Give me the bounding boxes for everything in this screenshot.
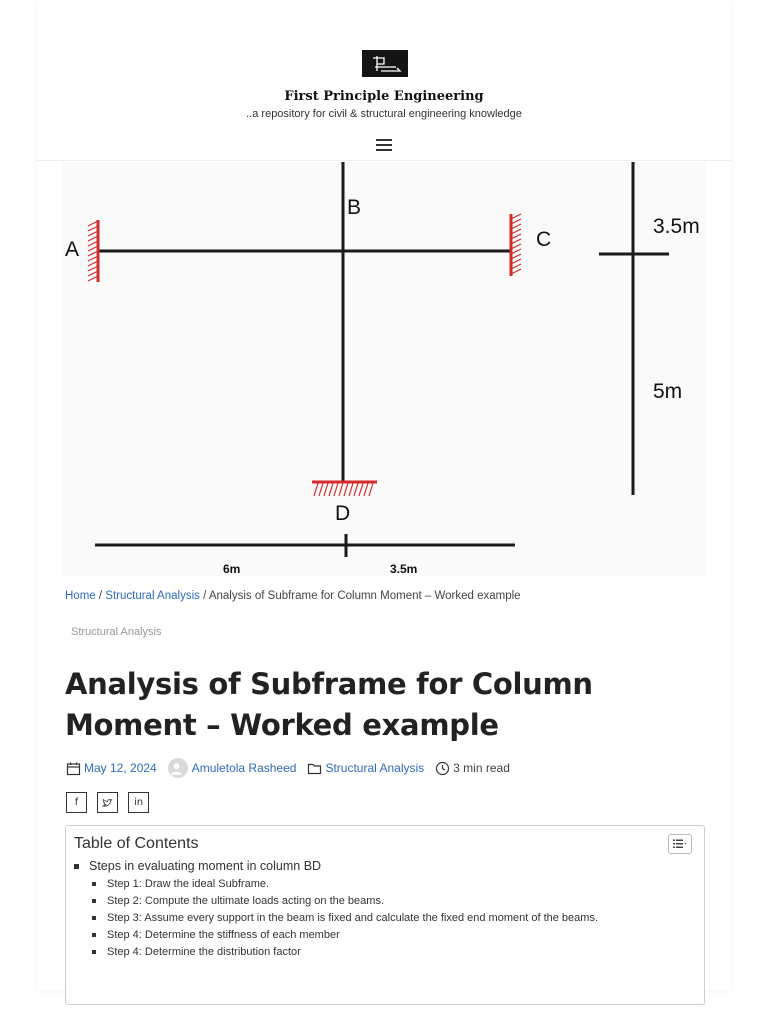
breadcrumb-home-link[interactable]: Home (65, 590, 96, 602)
linkedin-icon: in (133, 797, 144, 808)
site-tagline: ..a repository for civil & structural en… (246, 108, 522, 120)
facebook-share-button[interactable]: f (66, 792, 87, 813)
twitter-share-button[interactable] (97, 792, 118, 813)
site-logo[interactable] (362, 50, 408, 77)
twitter-icon (102, 798, 113, 807)
toc-sublist: Step 1: Draw the ideal Subframe. Step 2:… (92, 875, 598, 961)
toc-sublink[interactable]: Step 4: Determine the stiffness of each … (107, 929, 340, 941)
post-category-link[interactable]: Structural Analysis (325, 761, 424, 775)
dimension-side: 5m (653, 380, 682, 403)
share-buttons: f in (66, 792, 159, 813)
linkedin-share-button[interactable]: in (128, 792, 149, 813)
post-title: Analysis of Subframe for Column Moment –… (65, 667, 593, 742)
toc-toggle-button[interactable] (668, 834, 692, 854)
hamburger-menu-icon[interactable] (374, 137, 394, 153)
post-author: Amuletola Rasheed (167, 758, 297, 778)
breadcrumb-separator: / (199, 590, 209, 602)
joint-label-c: C (536, 228, 551, 251)
avatar[interactable] (167, 758, 188, 778)
post-category: Structural Analysis (307, 761, 424, 776)
site-header: First Principle Engineering ..a reposito… (37, 0, 731, 161)
toc-sublink[interactable]: Step 4: Determine the distribution facto… (107, 946, 301, 958)
toc-subitem: Step 4: Determine the distribution facto… (92, 944, 598, 961)
toc-subitem: Step 4: Determine the stiffness of each … (92, 927, 598, 944)
toc-sublink[interactable]: Step 1: Draw the ideal Subframe. (107, 878, 269, 890)
clock-icon (436, 761, 450, 775)
dimension-right-span: 3.5m (390, 562, 417, 576)
user-avatar-icon (170, 763, 182, 775)
joint-label-b: B (347, 196, 361, 219)
subframe-diagram: A B C D 3.5m 5m 6m 3.5m (62, 162, 706, 576)
post-read-time: 3 min read (435, 761, 510, 776)
toc-list: Steps in evaluating moment in column BD … (74, 857, 598, 961)
facebook-icon: f (74, 797, 79, 808)
breadcrumb-category-link[interactable]: Structural Analysis (105, 590, 200, 602)
post-date: May 12, 2024 (66, 761, 157, 776)
toc-subitem: Step 3: Assume every support in the beam… (92, 909, 598, 926)
category-tag[interactable]: Structural Analysis (71, 626, 161, 638)
toc-subitem: Step 1: Draw the ideal Subframe. (92, 875, 598, 892)
post-date-link[interactable]: May 12, 2024 (84, 761, 157, 775)
post-author-link[interactable]: Amuletola Rasheed (192, 761, 297, 775)
dimension-left-span: 6m (223, 562, 240, 576)
toc-subitem: Step 2: Compute the ultimate loads actin… (92, 892, 598, 909)
featured-image: A B C D 3.5m 5m 6m 3.5m (62, 162, 706, 576)
calendar-icon (66, 762, 81, 775)
toc-item: Steps in evaluating moment in column BD … (74, 857, 598, 961)
joint-label-a: A (65, 238, 79, 261)
toc-link[interactable]: Steps in evaluating moment in column BD (89, 859, 321, 873)
site-title[interactable]: First Principle Engineering (37, 89, 731, 104)
breadcrumb: Home / Structural Analysis / Analysis of… (65, 590, 521, 602)
list-toggle-icon (673, 839, 687, 848)
toc-title: Table of Contents (74, 835, 199, 852)
read-time-text: 3 min read (453, 761, 510, 775)
folder-icon (308, 763, 322, 774)
dimension-top: 3.5m (653, 215, 700, 238)
toc-sublink[interactable]: Step 3: Assume every support in the beam… (107, 912, 598, 924)
fixed-support-a (87, 220, 100, 282)
breadcrumb-separator: / (95, 590, 106, 602)
post-meta: May 12, 2024 Amuletola Rasheed Structura… (66, 758, 521, 778)
joint-label-d: D (335, 502, 350, 525)
toc-sublink[interactable]: Step 2: Compute the ultimate loads actin… (107, 895, 384, 907)
breadcrumb-current: Analysis of Subframe for Column Moment –… (208, 590, 521, 602)
table-of-contents: Table of Contents Steps in evaluating mo… (65, 825, 705, 1005)
